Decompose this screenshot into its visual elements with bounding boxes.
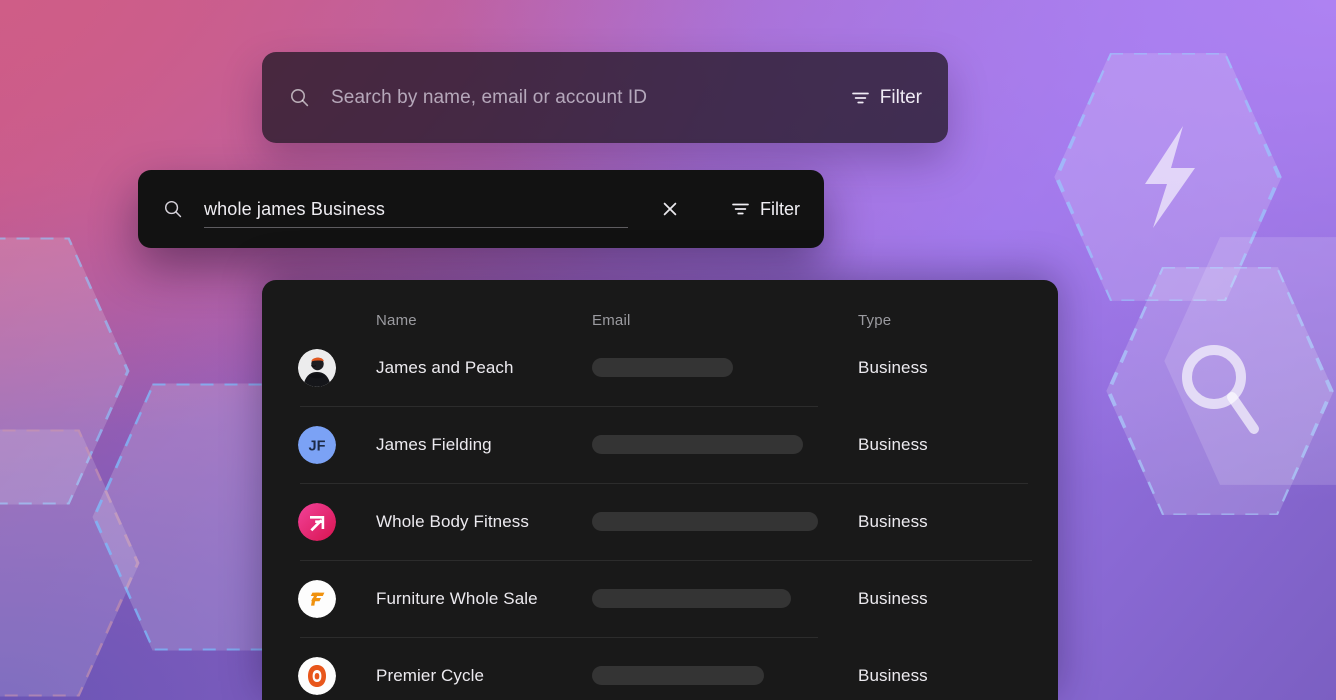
search-placeholder-text: Search by name, email or account ID [331,86,648,108]
cell-type: Business [858,434,928,454]
cell-type: Business [858,511,928,531]
filter-label: Filter [879,86,922,108]
cell-email [592,358,858,377]
hexagon-shape-left-top [0,237,130,505]
redacted-email-bar [592,512,818,531]
avatar: JF [298,425,336,464]
search-input[interactable]: whole james Business [204,189,646,229]
search-icon [164,200,182,218]
avatar-initials-jf: JF [298,425,336,464]
cell-name: James and Peach [376,357,514,377]
hexagon-shape-right-lower [1164,237,1336,485]
search-icon [290,88,309,107]
hexagon-dash-left-bottom [0,429,140,697]
hexagon-dash-lightning [1054,53,1282,301]
search-bar-active[interactable]: whole james Business Filter [138,170,824,248]
cell-email [592,589,858,608]
search-results-panel: Name Email Type James and Peach Business J… [262,280,1058,700]
cell-name: Premier Cycle [376,665,485,685]
row-divider [300,406,818,407]
redacted-email-bar [592,666,764,685]
table-row[interactable]: James and Peach Business [262,329,1058,406]
avatar-logo-furniture-whole-sale [298,579,336,618]
table-row[interactable]: Premier Cycle Business [262,637,1058,700]
row-divider [300,560,1032,561]
hexagon-shape-lightning [1054,53,1282,301]
filter-button-placeholder[interactable]: Filter [851,86,922,109]
app-background: Search by name, email or account ID Filt… [0,0,1336,700]
avatar [298,502,336,541]
table-row[interactable]: Furniture Whole Sale Business [262,560,1058,637]
row-divider [300,483,1028,484]
search-bar-placeholder[interactable]: Search by name, email or account ID Filt… [262,52,948,143]
filter-icon [851,91,869,105]
avatar-logo-premier-cycle [298,656,336,695]
avatar-photo-person [298,348,336,387]
filter-button[interactable]: Filter [732,199,800,220]
cell-email [592,666,858,685]
magnifier-icon [1104,262,1336,520]
table-row[interactable]: JF James Fielding Business [262,406,1058,483]
cell-name: Whole Body Fitness [376,511,529,531]
column-header-email: Email [592,312,631,329]
row-divider [300,637,818,638]
hexagon-shape-left-bottom [0,429,140,697]
avatar-logo-whole-body-fitness [298,502,336,541]
close-icon [663,202,677,216]
cell-name: Furniture Whole Sale [376,588,538,608]
cell-email [592,435,858,454]
hexagon-dash-search [1106,267,1334,515]
cell-type: Business [858,665,928,685]
redacted-email-bar [592,358,733,377]
hexagon-shape-search [1106,267,1334,515]
redacted-email-bar [592,435,803,454]
column-header-name: Name [376,312,417,329]
cell-type: Business [858,588,928,608]
results-table-body: James and Peach Business JF James Fielding B… [262,329,1058,700]
avatar [298,656,336,695]
filter-label: Filter [760,198,800,219]
hexagon-dash-left-top [0,237,130,505]
filter-icon [732,202,749,216]
avatar [298,579,336,618]
redacted-email-bar [592,589,791,608]
table-row[interactable]: Whole Body Fitness Business [262,483,1058,560]
cell-email [592,512,858,531]
column-header-type: Type [858,312,892,329]
cell-type: Business [858,357,928,377]
clear-search-button[interactable] [656,195,684,223]
results-table-header: Name Email Type [262,280,1058,329]
svg-text:JF: JF [309,438,326,454]
search-input-value: whole james Business [204,198,386,219]
search-input-underline [204,227,628,228]
avatar [298,348,336,387]
cell-name: James Fielding [376,434,492,454]
lightning-bolt-icon [1052,48,1284,306]
